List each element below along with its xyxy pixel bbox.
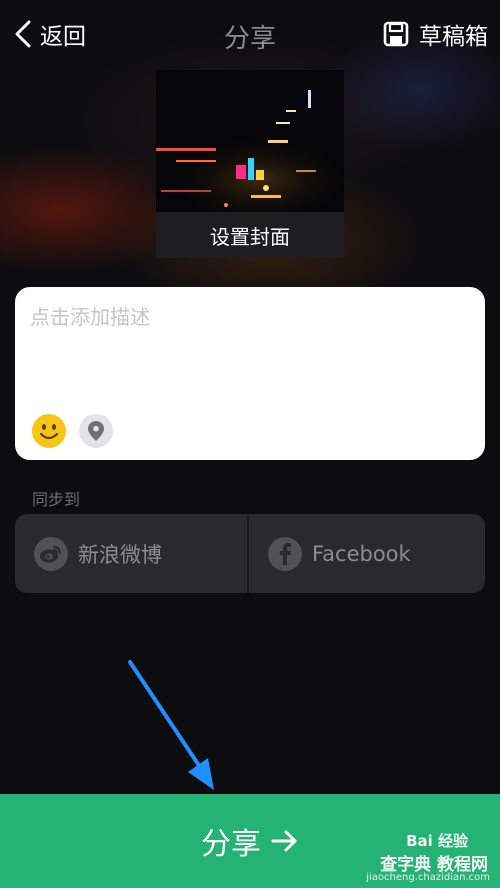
watermark-url: jiaocheng.chazidian.com	[366, 872, 490, 883]
share-button-label: 分享	[201, 827, 261, 862]
annotation-arrow	[128, 660, 214, 790]
watermark: Bai 经验 查字典 教程网 jiaocheng.chazidian.com	[354, 820, 494, 886]
watermark-brand: Bai 经验	[406, 832, 468, 850]
arrow-right-icon	[271, 830, 297, 852]
